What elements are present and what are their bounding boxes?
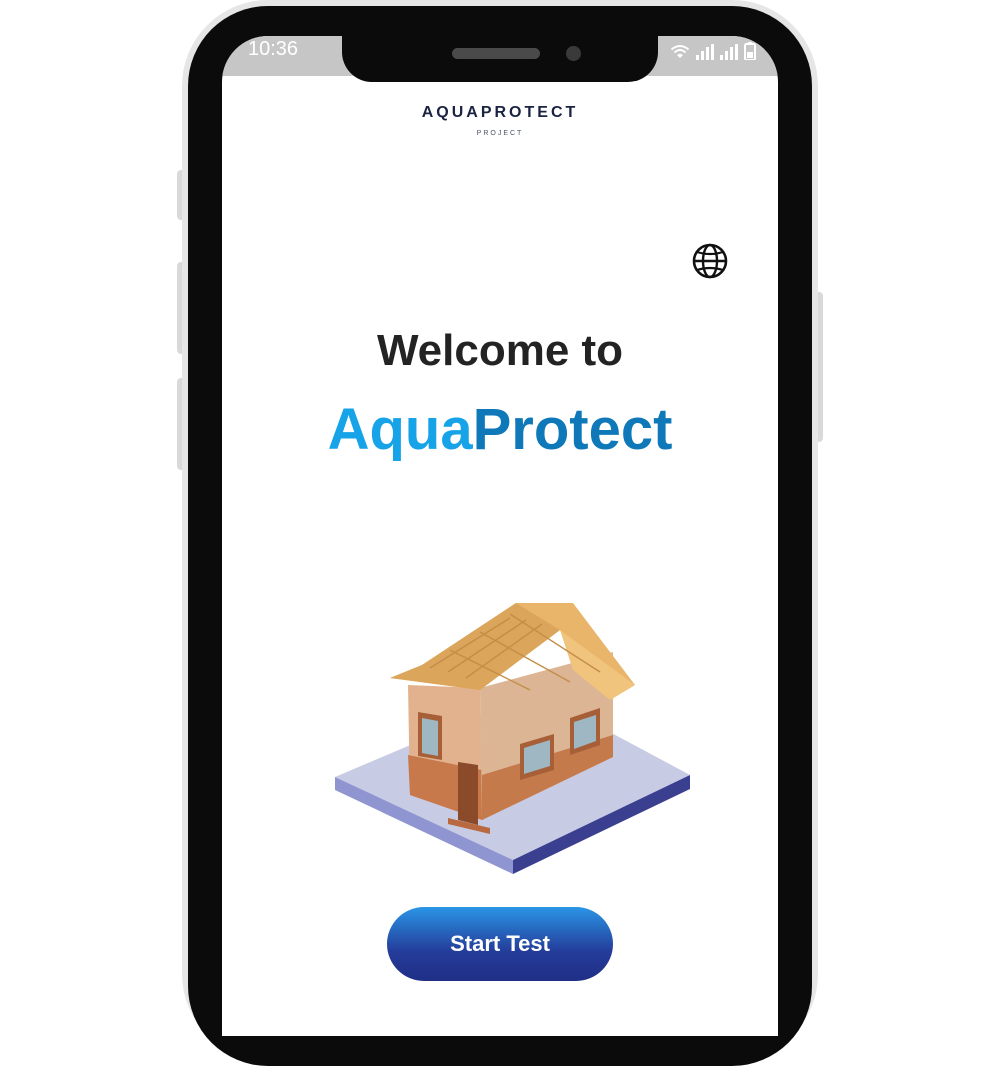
start-test-button[interactable]: Start Test	[387, 907, 613, 981]
wifi-icon	[670, 45, 690, 58]
brand-heading: AquaProtect	[0, 396, 1000, 463]
phone-camera	[566, 46, 581, 61]
app-logo-subtitle: PROJECT	[476, 130, 524, 137]
house-illustration	[335, 603, 690, 874]
globe-icon[interactable]	[691, 242, 729, 280]
brand-name-part2: Protect	[472, 397, 673, 462]
phone-notch	[342, 36, 658, 82]
app-logo-title: AQUAPROTECT	[421, 104, 579, 121]
signal-icon	[720, 44, 738, 60]
status-icons	[670, 42, 756, 60]
status-time: 10:36	[248, 38, 299, 60]
signal-icon	[696, 44, 714, 60]
phone-speaker	[452, 48, 540, 59]
brand-name-part1: Aqua	[327, 397, 473, 462]
welcome-heading: Welcome to	[376, 326, 624, 375]
battery-icon	[744, 42, 756, 60]
